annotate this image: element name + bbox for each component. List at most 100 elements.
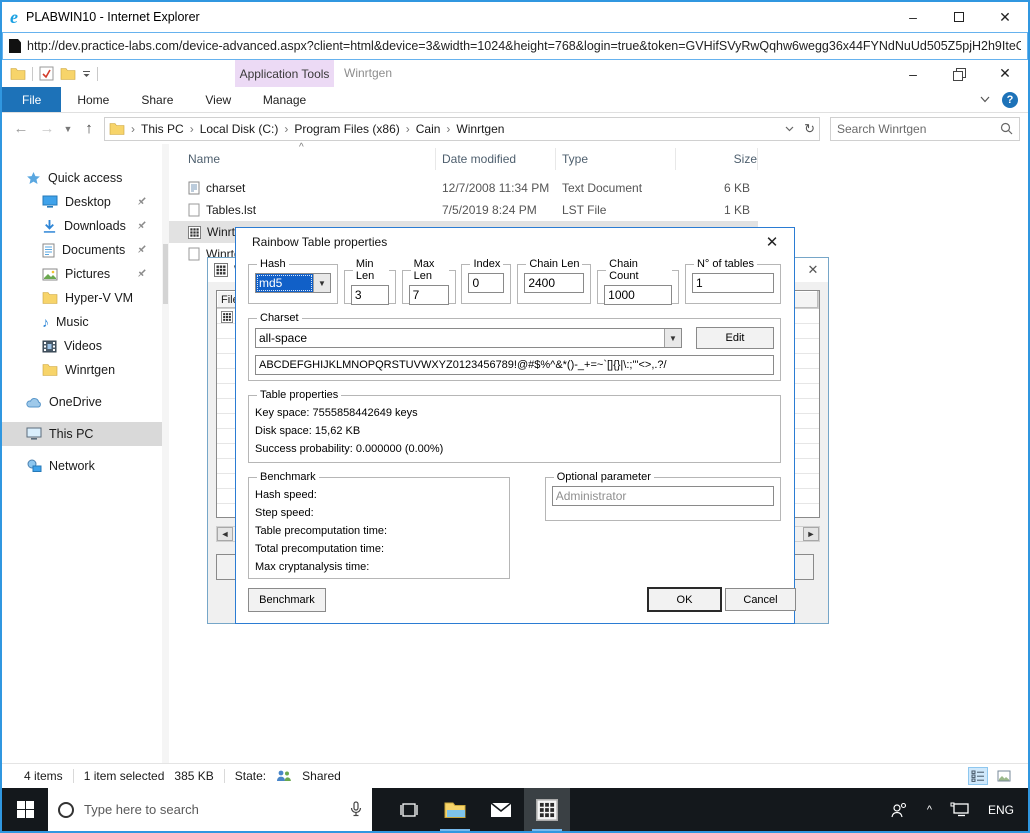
dropdown-arrow-icon[interactable]: ▼ <box>313 274 330 292</box>
url-text[interactable]: http://dev.practice-labs.com/device-adva… <box>27 39 1021 53</box>
search-icon[interactable] <box>1000 122 1013 135</box>
file-row-tables-lst[interactable]: Tables.lst 7/5/2019 8:24 PM LST File 1 K… <box>169 199 1028 221</box>
sidebar-item-hyperv-vm[interactable]: Hyper-V VM <box>2 286 162 310</box>
rainbow-table-item-icon[interactable] <box>221 311 233 323</box>
column-header-type[interactable]: Type <box>556 148 676 170</box>
breadcrumb-this-pc[interactable]: This PC <box>141 122 184 136</box>
search-input[interactable] <box>837 122 1000 136</box>
help-icon[interactable]: ? <box>1002 92 1018 108</box>
minimize-ribbon-icon[interactable] <box>980 96 990 103</box>
taskbar-search-placeholder[interactable]: Type here to search <box>84 802 340 817</box>
explorer-minimize-button[interactable]: – <box>890 60 936 87</box>
start-button[interactable] <box>2 788 48 831</box>
sidebar-item-winrtgen[interactable]: Winrtgen <box>2 358 162 382</box>
taskbar-search[interactable]: Type here to search <box>48 788 372 831</box>
number-of-tables-input[interactable] <box>692 273 774 293</box>
breadcrumb-winrtgen[interactable]: Winrtgen <box>456 122 504 136</box>
optional-parameter-input[interactable] <box>552 486 774 506</box>
sidebar-item-onedrive[interactable]: OneDrive <box>2 390 162 414</box>
taskbar-winrtgen[interactable] <box>524 788 570 831</box>
table-precomputation-text: Table precomputation time: <box>255 522 503 540</box>
scroll-left-icon[interactable]: ◄ <box>217 527 233 541</box>
taskbar-file-explorer[interactable] <box>432 788 478 831</box>
task-view-button[interactable] <box>386 788 432 831</box>
dropdown-arrow-icon[interactable]: ▼ <box>664 329 681 347</box>
sidebar-label: Network <box>49 459 95 473</box>
chain-len-input[interactable] <box>524 273 584 293</box>
ok-button[interactable]: OK <box>648 588 721 611</box>
breadcrumb-program-files[interactable]: Program Files (x86) <box>294 122 399 136</box>
new-folder-icon[interactable] <box>60 67 76 81</box>
sidebar-item-quick-access[interactable]: Quick access <box>2 166 162 190</box>
sidebar-label: Desktop <box>65 195 111 209</box>
address-dropdown-icon[interactable] <box>785 126 794 132</box>
charset-characters-field[interactable] <box>255 355 774 375</box>
sidebar-item-documents[interactable]: Documents <box>2 238 162 262</box>
taskbar-mail[interactable] <box>478 788 524 831</box>
breadcrumb-cain[interactable]: Cain <box>416 122 441 136</box>
customize-toolbar-icon[interactable] <box>82 70 91 78</box>
sidebar-item-videos[interactable]: Videos <box>2 334 162 358</box>
breadcrumb[interactable]: › This PC › Local Disk (C:) › Program Fi… <box>104 117 820 141</box>
network-tray-icon[interactable] <box>950 802 970 817</box>
text-document-icon <box>188 181 200 195</box>
cortana-icon[interactable] <box>58 802 74 818</box>
tab-manage[interactable]: Manage <box>235 87 334 112</box>
sidebar-item-music[interactable]: ♪ Music <box>2 310 162 334</box>
large-icons-view-button[interactable] <box>994 767 1014 785</box>
column-header-date-modified[interactable]: Date modified <box>436 148 556 170</box>
dialog-close-button[interactable]: ✕ <box>758 233 786 251</box>
sidebar-item-pictures[interactable]: Pictures <box>2 262 162 286</box>
microphone-icon[interactable] <box>350 801 362 818</box>
sidebar-item-this-pc[interactable]: This PC <box>2 422 162 446</box>
charset-label: Charset <box>257 312 302 324</box>
back-button[interactable]: ← <box>10 120 32 137</box>
hash-select[interactable]: md5 ▼ <box>255 273 331 293</box>
details-view-button[interactable] <box>968 767 988 785</box>
edit-charset-button[interactable]: Edit <box>696 327 774 349</box>
charset-select[interactable]: all-space ▼ <box>255 328 682 348</box>
scroll-right-icon[interactable]: ► <box>803 527 819 541</box>
folder-icon <box>42 291 58 305</box>
search-box[interactable] <box>830 117 1020 141</box>
breadcrumb-local-disk[interactable]: Local Disk (C:) <box>200 122 279 136</box>
language-indicator[interactable]: ENG <box>988 803 1014 817</box>
tab-home[interactable]: Home <box>61 87 125 112</box>
explorer-close-button[interactable]: ✕ <box>982 60 1028 87</box>
cancel-button[interactable]: Cancel <box>725 588 796 611</box>
winrtgen-close-button[interactable]: ✕ <box>798 262 828 278</box>
benchmark-button[interactable]: Benchmark <box>248 588 326 612</box>
up-button[interactable]: ↑ <box>78 120 100 137</box>
recent-locations-icon[interactable]: ▼ <box>62 124 74 134</box>
sidebar-item-downloads[interactable]: Downloads <box>2 214 162 238</box>
max-len-input[interactable] <box>409 285 449 305</box>
tab-share[interactable]: Share <box>125 87 189 112</box>
chain-count-input[interactable] <box>604 285 672 305</box>
people-icon[interactable] <box>889 802 909 818</box>
column-header-size[interactable]: Size <box>676 148 758 170</box>
index-input[interactable] <box>468 273 504 293</box>
ie-logo-icon: e <box>10 7 18 28</box>
ie-address-bar[interactable]: http://dev.practice-labs.com/device-adva… <box>2 32 1028 60</box>
sidebar-label: Quick access <box>48 171 122 185</box>
refresh-icon[interactable]: ↻ <box>804 121 815 137</box>
forward-button[interactable]: → <box>36 120 58 137</box>
folder-icon[interactable] <box>10 67 26 81</box>
ie-maximize-button[interactable] <box>936 2 982 32</box>
scrollbar-thumb[interactable] <box>163 244 168 304</box>
tab-file[interactable]: File <box>2 87 61 112</box>
sidebar-item-desktop[interactable]: Desktop <box>2 190 162 214</box>
sidebar-scrollbar[interactable] <box>162 144 169 763</box>
application-tools-tab[interactable]: Application Tools <box>235 60 334 87</box>
file-row-charset[interactable]: charset 12/7/2008 11:34 PM Text Document… <box>169 177 1028 199</box>
ie-close-button[interactable]: ✕ <box>982 2 1028 32</box>
pin-icon <box>136 267 148 279</box>
column-header-name[interactable]: ^ Name <box>169 148 436 170</box>
show-hidden-icons-chevron[interactable]: ^ <box>927 804 932 816</box>
min-len-input[interactable] <box>351 285 389 305</box>
properties-icon[interactable] <box>39 66 54 81</box>
ie-minimize-button[interactable]: – <box>890 2 936 32</box>
sidebar-item-network[interactable]: Network <box>2 454 162 478</box>
explorer-restore-button[interactable] <box>936 60 982 87</box>
sidebar-label: Downloads <box>64 219 126 233</box>
